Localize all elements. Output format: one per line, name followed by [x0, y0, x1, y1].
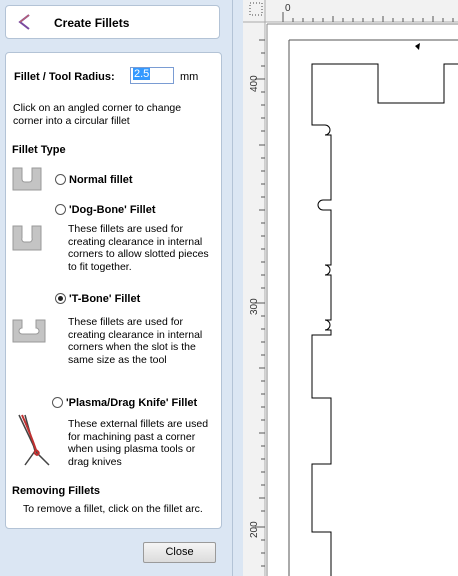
- dog-bone-description: These fillets are used for creating clea…: [68, 223, 209, 273]
- radius-input[interactable]: 2.5: [130, 67, 174, 84]
- plasma-drag-knife-icon: [18, 414, 50, 466]
- fillet-type-heading: Fillet Type: [12, 144, 66, 156]
- drawing-canvas[interactable]: 0 400 300 200: [243, 0, 458, 576]
- radius-unit: mm: [180, 71, 199, 83]
- left-ruler-label-200: 200: [249, 521, 260, 538]
- page-area: [267, 24, 458, 576]
- canvas-drawing[interactable]: 0 400 300 200: [243, 0, 458, 576]
- panel-header: Create Fillets: [5, 5, 220, 39]
- radius-label: Fillet / Tool Radius:: [14, 71, 115, 83]
- radius-value: 2.5: [133, 68, 151, 80]
- plasma-drag-knife-description: These external fillets are used for mach…: [68, 418, 209, 468]
- top-ruler-label-0: 0: [285, 3, 291, 14]
- normal-fillet-label[interactable]: Normal fillet: [69, 174, 133, 186]
- t-bone-fillet-icon: [12, 319, 46, 343]
- normal-fillet-icon: [12, 167, 42, 191]
- dog-bone-fillet-label[interactable]: 'Dog-Bone' Fillet: [69, 204, 156, 216]
- close-button[interactable]: Close: [143, 542, 216, 563]
- plasma-drag-knife-label[interactable]: 'Plasma/Drag Knife' Fillet: [66, 397, 197, 409]
- page-title: Create Fillets: [54, 16, 130, 30]
- t-bone-fillet-label[interactable]: 'T-Bone' Fillet: [69, 293, 140, 305]
- normal-fillet-radio[interactable]: [55, 174, 66, 185]
- dog-bone-fillet-radio[interactable]: [55, 204, 66, 215]
- t-bone-fillet-radio[interactable]: [55, 293, 66, 304]
- dog-bone-fillet-icon: [12, 225, 42, 251]
- back-arrow-icon[interactable]: [16, 13, 34, 31]
- left-ruler-label-400: 400: [249, 75, 260, 92]
- instruction-text: Click on an angled corner to change corn…: [13, 102, 182, 127]
- removing-fillets-text: To remove a fillet, click on the fillet …: [23, 503, 203, 515]
- fillet-panel: Create Fillets Fillet / Tool Radius: 2.5…: [0, 0, 232, 576]
- left-ruler-label-300: 300: [249, 298, 260, 315]
- t-bone-description: These fillets are used for creating clea…: [68, 316, 203, 366]
- top-ruler-bg: [243, 0, 458, 22]
- panel-splitter[interactable]: [232, 0, 242, 576]
- plasma-drag-knife-radio[interactable]: [52, 397, 63, 408]
- removing-fillets-heading: Removing Fillets: [12, 485, 101, 497]
